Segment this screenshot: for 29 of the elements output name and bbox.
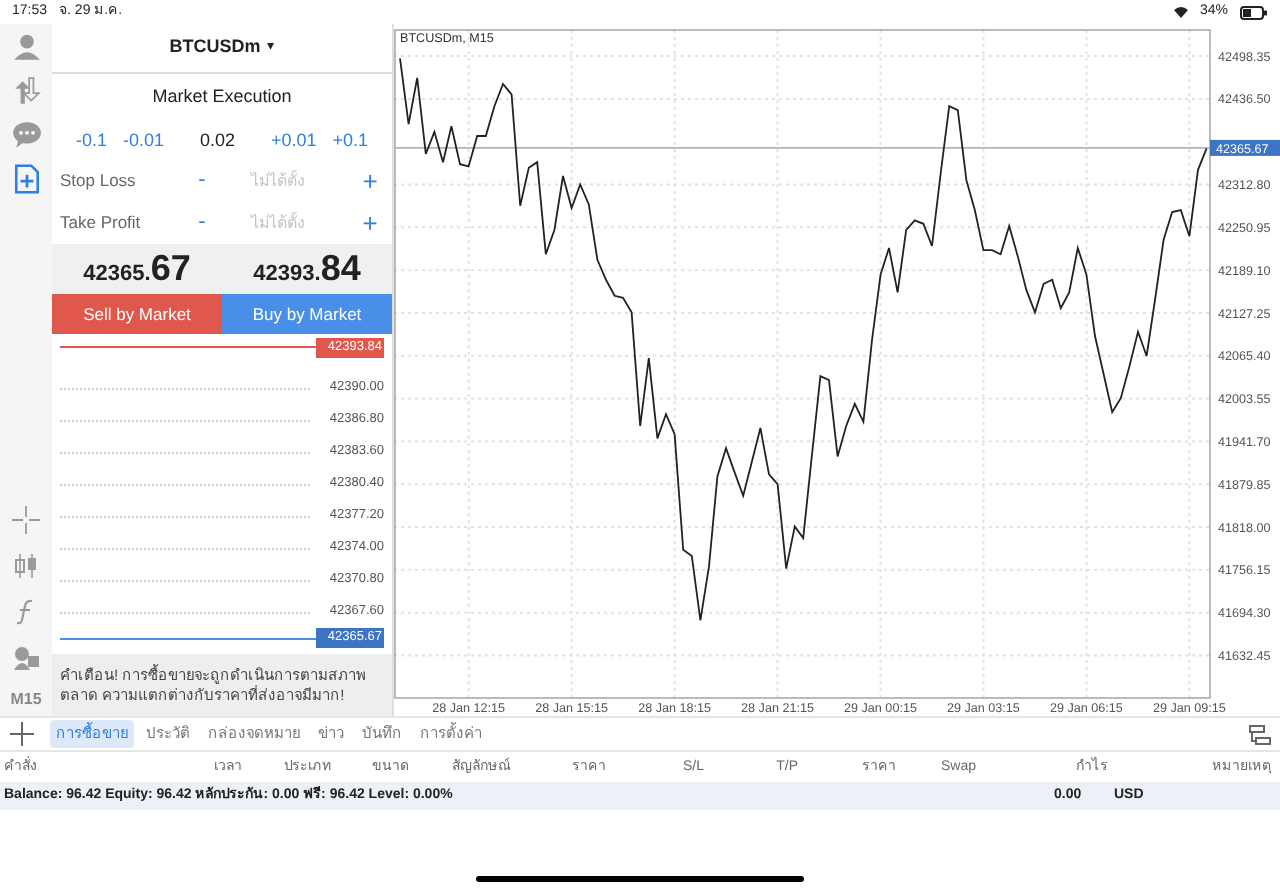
- level-label: Take Profit: [60, 210, 143, 236]
- wifi-icon: [1173, 6, 1188, 18]
- symbol-title[interactable]: BTCUSDm: [169, 34, 261, 62]
- volume-value: 0.02: [197, 127, 237, 154]
- bid-price: 42365.67: [81, 246, 193, 292]
- ask-price: 42393.84: [251, 246, 363, 292]
- plus-button[interactable]: +: [356, 161, 384, 201]
- volume-step-button[interactable]: -0.1: [68, 127, 116, 155]
- new-order-icon[interactable]: [11, 164, 41, 194]
- timeframe-button[interactable]: M15: [10, 688, 42, 712]
- chat-icon[interactable]: [11, 120, 41, 150]
- level-label: Stop Loss: [60, 168, 138, 194]
- volume-step-button[interactable]: -0.01: [115, 127, 173, 155]
- minus-button[interactable]: -: [188, 164, 216, 198]
- add-icon[interactable]: [8, 720, 36, 748]
- battery-icon: [1240, 5, 1268, 19]
- candlestick-icon[interactable]: [12, 552, 40, 580]
- volume-step-button[interactable]: +0.01: [262, 127, 325, 155]
- sell-button[interactable]: Sell by Market: [52, 294, 222, 334]
- shapes-icon[interactable]: [12, 644, 40, 672]
- plus-button[interactable]: +: [356, 203, 384, 243]
- execution-type[interactable]: Market Execution: [152, 84, 292, 112]
- layout-icon[interactable]: [1248, 723, 1272, 745]
- crosshair-icon[interactable]: [12, 506, 40, 534]
- minus-button[interactable]: -: [188, 206, 216, 240]
- volume-step-button[interactable]: +0.1: [324, 127, 376, 155]
- person-icon[interactable]: [11, 32, 41, 62]
- arrows-icon[interactable]: [11, 76, 41, 106]
- buy-button[interactable]: Buy by Market: [222, 294, 392, 334]
